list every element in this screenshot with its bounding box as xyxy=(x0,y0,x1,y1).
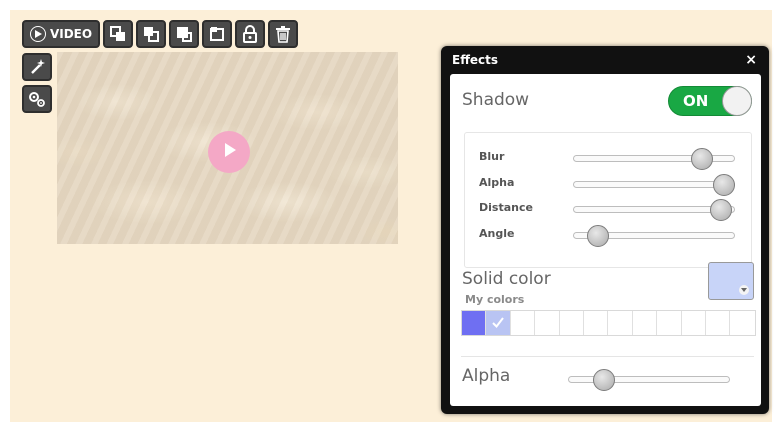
magic-wand-button[interactable] xyxy=(22,53,52,81)
color-swatch-cell[interactable] xyxy=(535,311,560,335)
slider-label: Angle xyxy=(479,227,515,240)
shadow-toggle[interactable]: ON xyxy=(668,86,752,116)
play-circle-icon xyxy=(29,26,46,42)
color-picker-swatch[interactable] xyxy=(708,262,754,300)
slider-label: Distance xyxy=(479,201,533,214)
solid-color-label: Solid color xyxy=(462,269,551,289)
settings-gears-icon xyxy=(27,90,47,108)
send-to-back-button[interactable] xyxy=(202,20,232,48)
bring-forward-icon xyxy=(142,25,160,43)
color-swatch-cell[interactable] xyxy=(462,311,487,335)
my-colors-palette xyxy=(461,310,756,336)
alpha-label: Alpha xyxy=(462,366,511,386)
lock-icon xyxy=(241,25,259,43)
bring-forward-button[interactable] xyxy=(136,20,166,48)
check-icon xyxy=(491,314,505,333)
color-swatch-cell[interactable] xyxy=(510,311,536,335)
settings-button[interactable] xyxy=(22,85,52,113)
color-swatch-cell[interactable] xyxy=(559,311,584,335)
slider-handle[interactable] xyxy=(710,199,733,221)
object-toolbar: VIDEO xyxy=(22,20,298,50)
color-swatch-cell[interactable] xyxy=(632,311,658,335)
chevron-down-icon xyxy=(739,285,749,295)
distance-slider[interactable] xyxy=(573,199,735,221)
video-label: VIDEO xyxy=(49,27,93,41)
close-icon[interactable]: × xyxy=(745,52,757,68)
toggle-label: ON xyxy=(683,92,709,110)
bring-to-front-button[interactable] xyxy=(169,20,199,48)
slider-row-blur: Blur xyxy=(465,147,751,170)
delete-button[interactable] xyxy=(268,20,298,48)
play-icon xyxy=(220,141,238,163)
color-swatch-cell[interactable] xyxy=(583,311,609,335)
color-swatch-cell[interactable] xyxy=(730,311,755,335)
send-to-back-icon xyxy=(208,25,226,43)
angle-slider[interactable] xyxy=(573,225,735,247)
send-backward-button[interactable] xyxy=(103,20,133,48)
blur-slider[interactable] xyxy=(573,148,735,170)
slider-handle[interactable] xyxy=(691,148,713,170)
effects-panel: Effects × Shadow ON Blur Alpha Distance xyxy=(441,46,769,414)
trash-icon xyxy=(274,25,292,43)
video-play-button[interactable] xyxy=(208,131,250,173)
divider xyxy=(461,356,754,357)
slider-label: Alpha xyxy=(479,176,515,189)
toggle-knob[interactable] xyxy=(722,86,752,116)
video-type-button[interactable]: VIDEO xyxy=(22,20,100,48)
color-swatch-cell[interactable] xyxy=(657,311,682,335)
slider-row-alpha: Alpha xyxy=(465,173,751,196)
slider-handle[interactable] xyxy=(713,174,736,196)
color-swatch-cell[interactable] xyxy=(681,311,706,335)
color-swatch-cell[interactable] xyxy=(486,311,511,335)
slider-handle[interactable] xyxy=(587,225,609,247)
send-backward-icon xyxy=(109,25,127,43)
slider-row-angle: Angle xyxy=(465,224,751,247)
lock-button[interactable] xyxy=(235,20,265,48)
color-swatch-cell[interactable] xyxy=(608,311,633,335)
slider-handle[interactable] xyxy=(593,369,616,391)
panel-title: Effects xyxy=(452,53,499,67)
panel-body: Shadow ON Blur Alpha Distance Angle Soli… xyxy=(450,74,761,406)
magic-wand-icon xyxy=(28,58,46,76)
alpha-slider[interactable] xyxy=(568,369,730,391)
shadow-alpha-slider[interactable] xyxy=(573,174,736,196)
slider-row-distance: Distance xyxy=(465,198,751,221)
shadow-label: Shadow xyxy=(462,90,530,110)
bring-to-front-icon xyxy=(175,25,193,43)
my-colors-label: My colors xyxy=(465,293,525,306)
slider-label: Blur xyxy=(479,150,505,163)
shadow-settings: Blur Alpha Distance Angle xyxy=(464,132,752,268)
color-swatch-cell[interactable] xyxy=(705,311,731,335)
